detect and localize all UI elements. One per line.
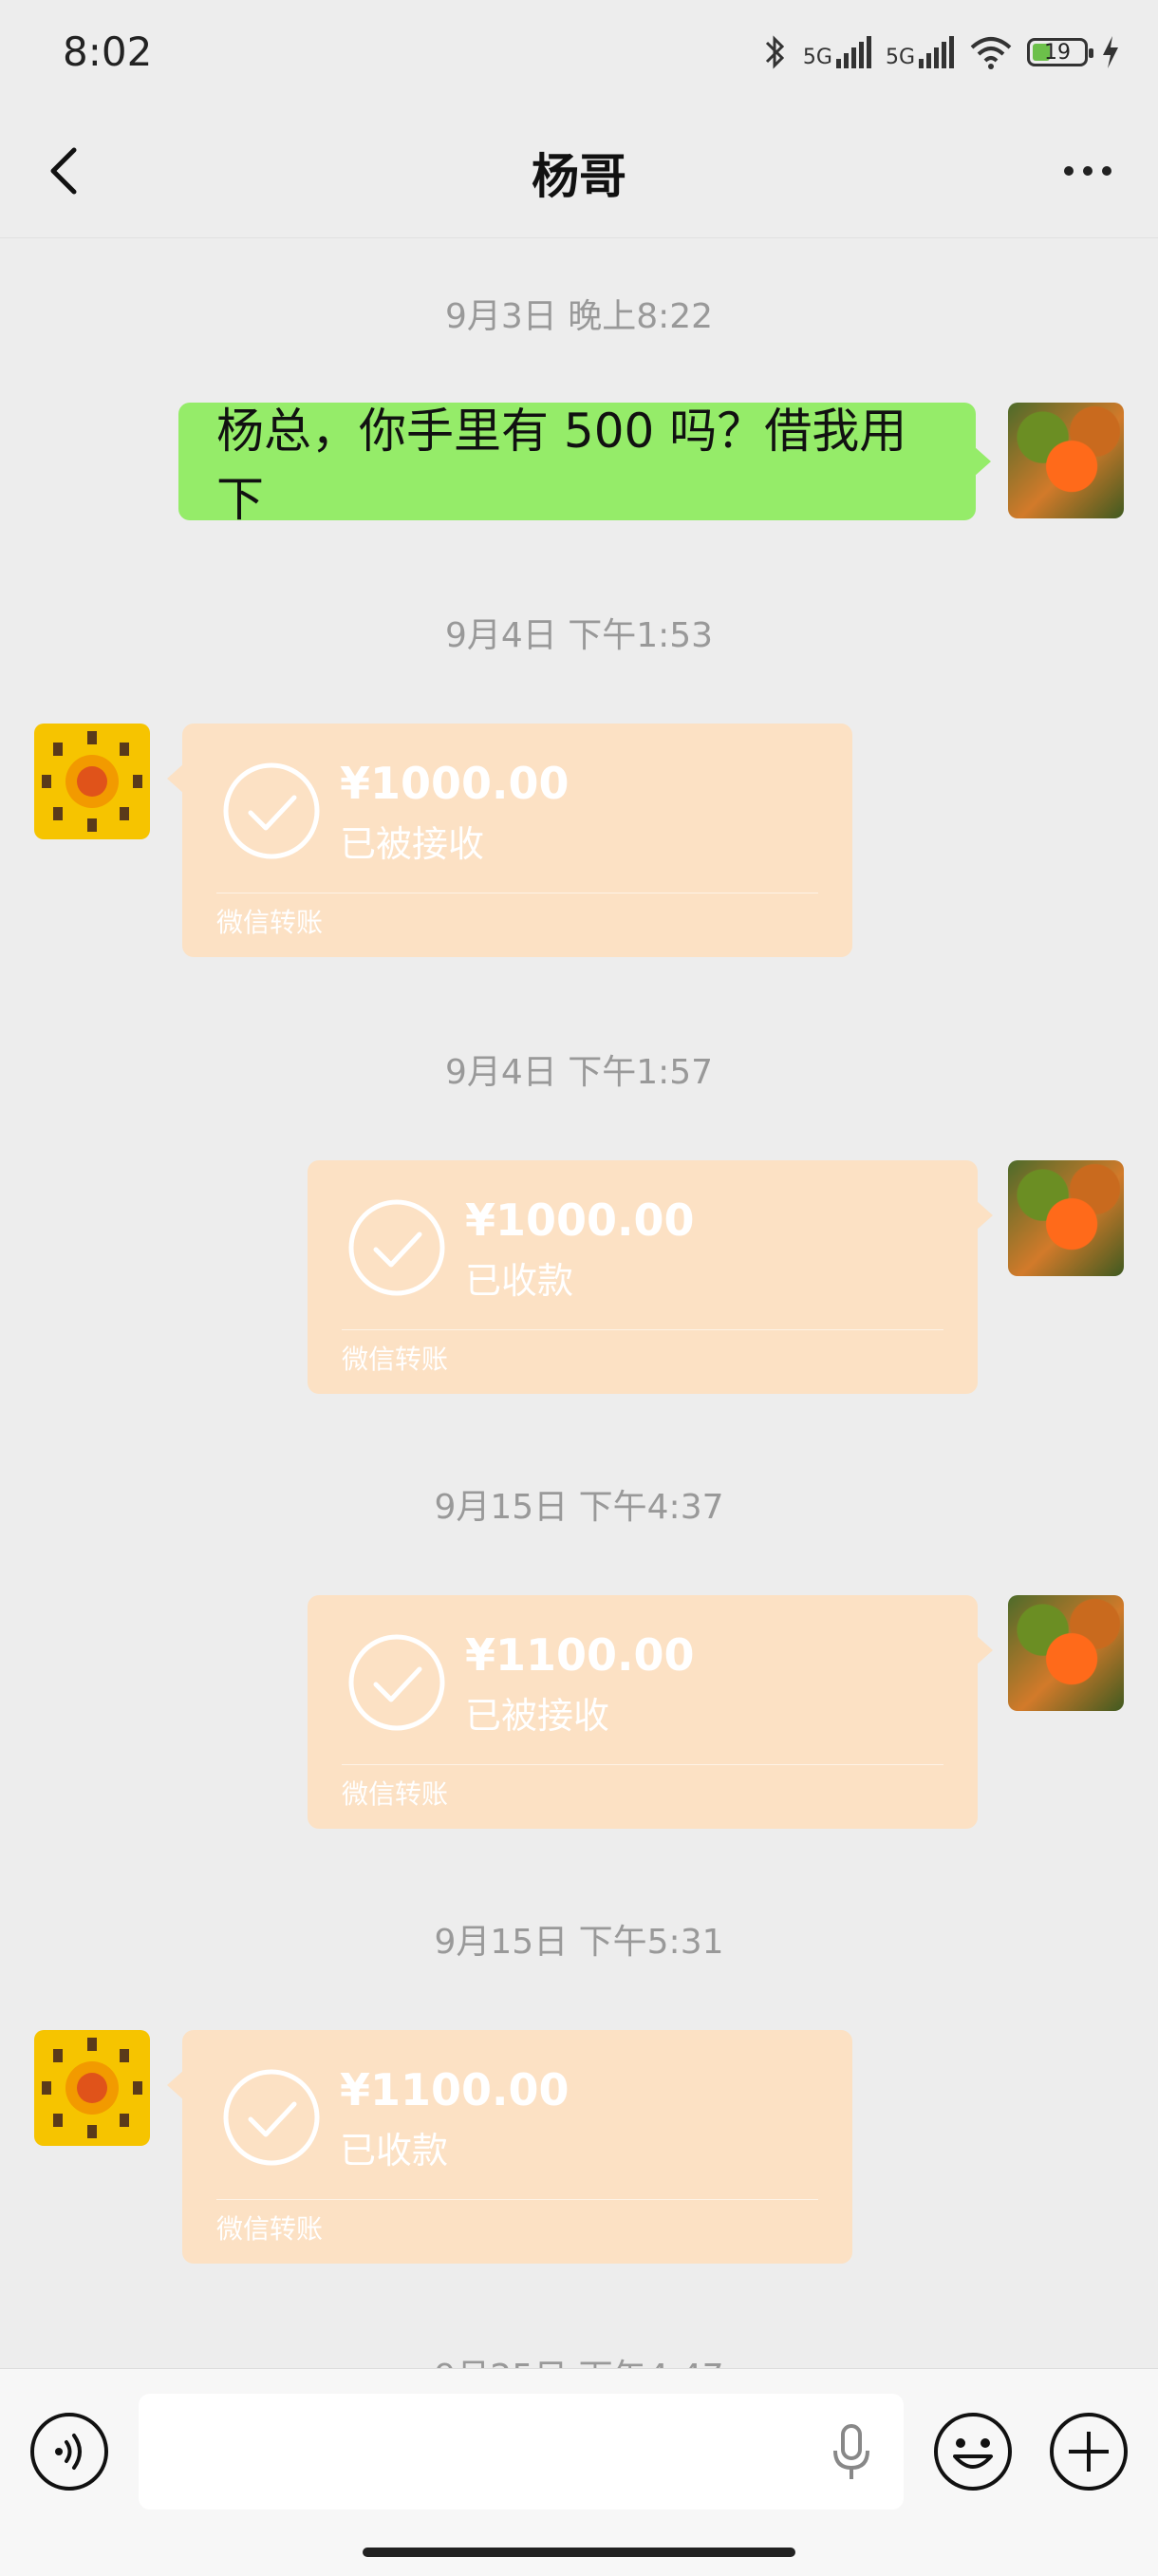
transfer-amount: ¥1000.00 (465, 1194, 695, 1246)
self-avatar[interactable] (1008, 403, 1124, 518)
check-circle-icon (348, 1634, 445, 1731)
transfer-amount: ¥1100.00 (465, 1629, 695, 1681)
more-functions-button[interactable] (1048, 2411, 1130, 2492)
text-message-bubble[interactable]: 杨总，你手里有 500 吗？借我用下 (178, 403, 991, 527)
self-avatar[interactable] (1008, 1160, 1124, 1276)
transfer-label: 微信转账 (342, 1778, 449, 1810)
transfer-status: 已收款 (465, 1260, 574, 1302)
transfer-card[interactable]: ¥1100.00 已被接收 微信转账 (308, 1595, 993, 1829)
contact-avatar[interactable] (34, 724, 150, 839)
status-bar: 8:02 5G 5G 19 (0, 0, 1158, 104)
message-timestamp: 9月15日 下午5:31 (434, 1923, 724, 1962)
charging-icon (1103, 36, 1118, 68)
transfer-card[interactable]: ¥1000.00 已收款 微信转账 (308, 1160, 993, 1394)
voice-icon (30, 2413, 108, 2491)
divider (342, 1764, 943, 1765)
microphone-icon[interactable] (828, 2422, 875, 2483)
home-indicator[interactable] (363, 2548, 795, 2557)
message-text: 杨总，你手里有 500 吗？借我用下 (216, 404, 907, 527)
battery-level: 19 (1044, 40, 1071, 65)
transfer-label: 微信转账 (216, 2213, 324, 2245)
message-timestamp: 9月4日 下午1:53 (444, 616, 714, 655)
message-input[interactable] (139, 2394, 904, 2510)
network-type-1: 5G (802, 46, 832, 69)
emoji-button[interactable] (932, 2411, 1014, 2492)
check-circle-icon (223, 2069, 320, 2166)
transfer-label: 微信转账 (342, 1344, 449, 1375)
transfer-card[interactable]: ¥1100.00 已收款 微信转账 (167, 2030, 852, 2264)
more-icon (1064, 166, 1074, 176)
chat-header: 杨哥 (0, 104, 1158, 238)
voice-mode-button[interactable] (28, 2411, 110, 2492)
message-timestamp: 9月15日 下午4:37 (434, 1488, 724, 1527)
transfer-status: 已被接收 (465, 1695, 610, 1737)
bluetooth-icon (765, 35, 785, 69)
check-circle-icon (223, 762, 320, 859)
emoji-icon (934, 2413, 1012, 2491)
transfer-amount: ¥1000.00 (340, 758, 570, 809)
plus-icon (1050, 2413, 1128, 2491)
divider (216, 2199, 818, 2200)
cellular-signal-2-icon: 5G (886, 36, 955, 68)
status-icons: 5G 5G 19 (761, 28, 1120, 76)
divider (342, 1329, 943, 1330)
contact-avatar[interactable] (34, 2030, 150, 2146)
network-type-2: 5G (885, 46, 915, 69)
message-timestamp: 9月4日 下午1:57 (444, 1053, 714, 1092)
chat-title: 杨哥 (532, 149, 626, 204)
transfer-card[interactable]: ¥1000.00 已被接收 微信转账 (167, 724, 852, 957)
transfer-label: 微信转账 (216, 907, 324, 938)
more-button[interactable] (1050, 133, 1126, 209)
transfer-status: 已收款 (340, 2130, 449, 2172)
self-avatar[interactable] (1008, 1595, 1124, 1711)
status-time: 8:02 (63, 28, 153, 75)
message-timestamp: 9月3日 晚上8:22 (444, 297, 714, 336)
battery-icon: 19 (1027, 38, 1093, 66)
input-bar (0, 2368, 1158, 2576)
transfer-amount: ¥1100.00 (340, 2064, 570, 2115)
transfer-status: 已被接收 (340, 823, 485, 865)
wifi-icon (970, 37, 1012, 69)
cellular-signal-1-icon: 5G (803, 36, 872, 68)
check-circle-icon (348, 1199, 445, 1296)
